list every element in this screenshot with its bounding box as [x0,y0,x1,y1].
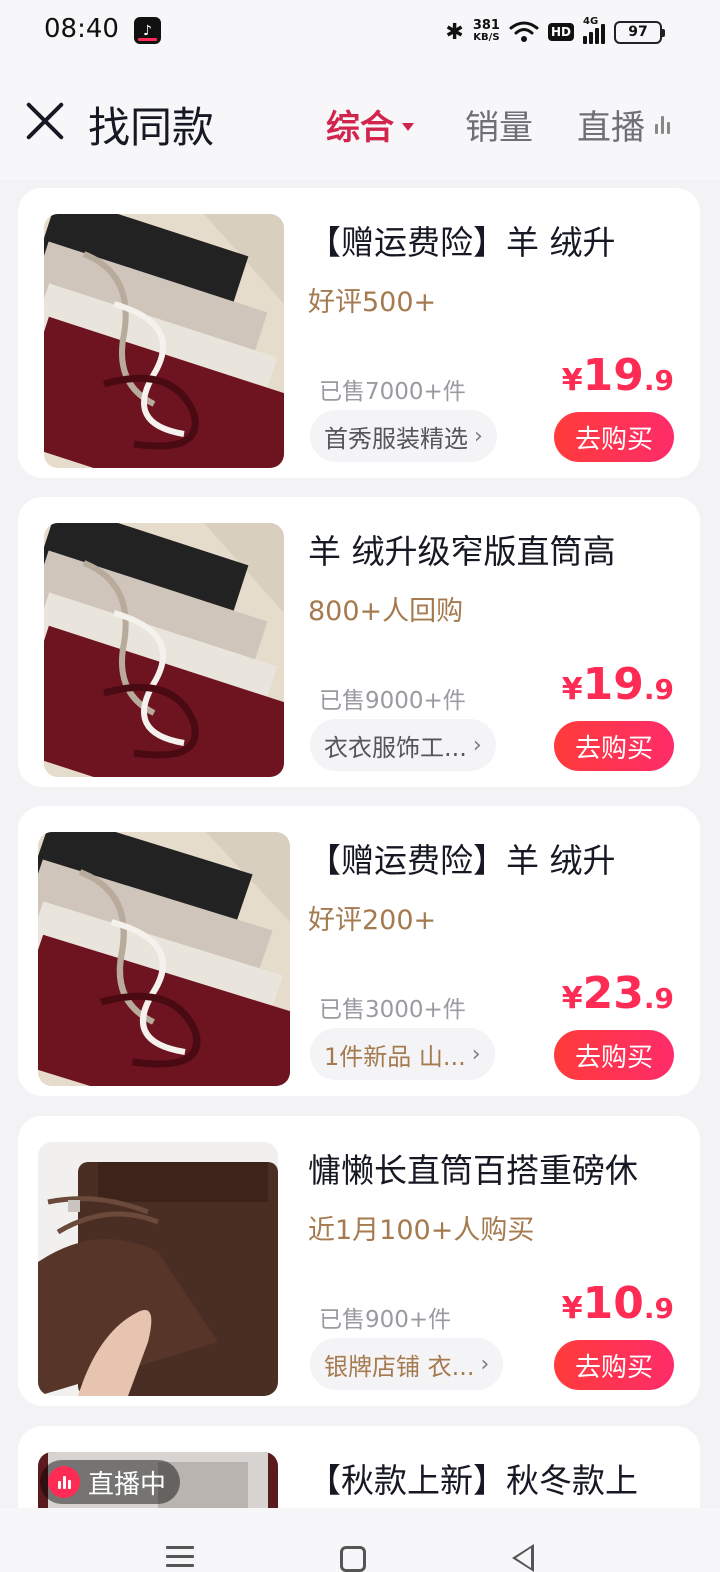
product-highlight: 800+人回购 [308,596,464,627]
douyin-app-icon: ♪ [134,17,161,44]
price-currency: ¥ [561,981,583,1016]
tab-label: 综合 [326,108,394,148]
tab-comprehensive[interactable]: 综合 [326,100,414,149]
buy-button[interactable]: 去购买 [554,721,674,771]
price-decimal: .9 [643,364,674,397]
price-integer: 23 [582,968,644,1019]
sold-count: 已售900+件 [319,1307,452,1333]
chevron-right-icon: › [480,1351,490,1377]
product-title[interactable]: 【赠运费险】羊 绒升 [308,216,680,264]
product-card[interactable]: 【赠运费险】羊 绒升 好评500+ 已售7000+件 首秀服装精选 › ¥ 19… [18,188,700,478]
shop-name: 1件新品 山... [324,1042,466,1071]
tab-sales[interactable]: 销量 [465,100,533,149]
price-integer: 10 [582,1278,644,1329]
live-label: 直播中 [88,1469,167,1500]
product-title[interactable]: 【赠运费险】羊 绒升 [308,834,680,882]
sold-count: 已售9000+件 [319,688,466,714]
net-speed-value: 381 [472,18,500,33]
tab-live[interactable]: 直播 [577,100,670,149]
tab-label: 直播 [577,108,645,148]
price: ¥ 10 .9 [562,1278,674,1329]
shop-link[interactable]: 1件新品 山... › [310,1028,495,1080]
sold-count: 已售7000+件 [319,379,466,405]
price-currency: ¥ [561,672,583,707]
price-currency: ¥ [561,363,583,398]
product-title[interactable]: 慵懒长直筒百搭重磅休 [308,1144,680,1192]
price: ¥ 19 .9 [562,350,674,401]
page-title: 找同款 [88,103,215,152]
product-title[interactable]: 【秋款上新】秋冬款上 [308,1454,680,1502]
chevron-right-icon: › [474,423,483,449]
price-decimal: .9 [643,673,674,706]
header: 找同款 综合 销量 直播 [0,64,720,180]
close-icon[interactable] [24,100,66,142]
battery-icon: 97 [614,20,665,44]
tab-label: 销量 [465,108,533,148]
product-image[interactable] [38,832,290,1086]
price: ¥ 19 .9 [562,659,674,710]
shop-link[interactable]: 银牌店铺 衣... › [310,1338,504,1390]
chevron-right-icon: › [472,732,482,758]
product-image[interactable] [44,214,284,468]
cell-signal-icon: 4G [583,16,605,44]
product-highlight: 近1月100+人购买 [308,1215,535,1246]
sold-count: 已售3000+件 [319,997,466,1023]
buy-button[interactable]: 去购买 [554,412,674,462]
live-bars-icon [48,1466,80,1498]
product-card[interactable]: 羊 绒升级窄版直筒高 800+人回购 已售9000+件 衣衣服饰工... › ¥… [18,497,700,787]
price: ¥ 23 .9 [562,968,674,1019]
product-image[interactable] [38,1142,278,1396]
price-integer: 19 [582,659,644,710]
buy-button[interactable]: 去购买 [554,1340,674,1390]
live-bars-icon [655,115,670,134]
price-currency: ¥ [561,1291,583,1326]
signal-label: 4G [583,16,599,27]
product-card[interactable]: 慵懒长直筒百搭重磅休 近1月100+人购买 已售900+件 银牌店铺 衣... … [18,1116,700,1406]
shop-name: 衣衣服饰工... [324,733,467,762]
shop-link[interactable]: 首秀服装精选 › [310,410,497,462]
product-title[interactable]: 羊 绒升级窄版直筒高 [308,525,680,573]
network-speed: 381 KB/S [472,18,500,44]
wifi-icon [509,21,539,42]
price-decimal: .9 [643,982,674,1015]
bluetooth-icon: ✱ [445,19,464,45]
product-highlight: 好评200+ [308,905,437,936]
shop-name: 首秀服装精选 [324,424,468,453]
battery-level: 97 [628,24,648,40]
product-image[interactable] [44,523,284,777]
system-nav-bar [0,1508,720,1572]
chevron-right-icon: › [471,1041,481,1067]
price-decimal: .9 [643,1292,674,1325]
shop-link[interactable]: 衣衣服饰工... › [310,719,496,771]
caret-down-icon [402,122,414,131]
status-time: 08:40 [44,14,119,44]
shop-name: 银牌店铺 衣... [324,1352,475,1381]
hd-badge: HD [547,23,574,41]
product-highlight: 好评500+ [308,287,437,318]
home-icon[interactable] [340,1546,366,1572]
buy-button[interactable]: 去购买 [554,1030,674,1080]
live-badge: 直播中 [40,1460,181,1504]
status-bar: 08:40 ♪ ✱ 381 KB/S HD 4G 97 [0,0,720,64]
back-icon[interactable] [512,1544,534,1572]
menu-icon[interactable] [166,1546,194,1572]
product-card[interactable]: 【赠运费险】羊 绒升 好评200+ 已售3000+件 1件新品 山... › ¥… [18,806,700,1096]
price-integer: 19 [582,350,644,401]
status-icons: ✱ 381 KB/S HD 4G 97 [445,16,665,48]
net-speed-unit: KB/S [473,32,500,43]
